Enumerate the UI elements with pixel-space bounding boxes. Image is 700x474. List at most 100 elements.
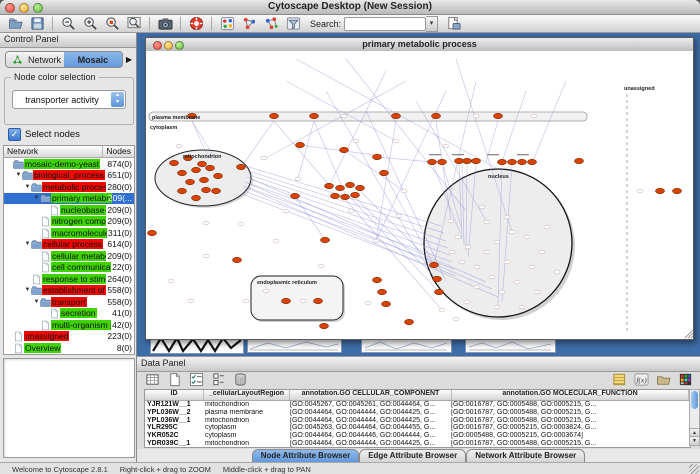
network-node-selected[interactable]	[270, 113, 279, 118]
open-icon[interactable]	[7, 16, 23, 32]
network-node[interactable]	[238, 222, 244, 226]
network-node[interactable]	[519, 305, 525, 309]
zoom-selected-icon[interactable]	[104, 16, 120, 32]
network-node-selected[interactable]	[291, 193, 300, 198]
table-column-header[interactable]: annotation.GO CELLULAR_COMPONENT	[290, 390, 452, 400]
network-node[interactable]	[484, 250, 490, 254]
select-attributes-icon[interactable]	[188, 371, 204, 387]
tab-mosaic[interactable]: Mosaic	[64, 52, 122, 67]
network-edge[interactable]	[329, 71, 386, 186]
network-node[interactable]	[453, 317, 459, 321]
network-edge[interactable]	[486, 121, 498, 162]
network-node-selected[interactable]	[575, 158, 584, 163]
network-node[interactable]	[494, 240, 500, 244]
network-node-selected[interactable]	[296, 142, 305, 147]
network-node[interactable]	[494, 305, 500, 309]
tree-row[interactable]: multi-organism pro42(0)	[4, 319, 134, 331]
network-node[interactable]	[637, 189, 643, 193]
tree-row[interactable]: ▼metabolic process280(0)	[4, 181, 134, 193]
delete-attribute-icon[interactable]	[232, 371, 248, 387]
network-node-selected[interactable]	[206, 165, 215, 170]
tree-row[interactable]: ▼biological_process651(0)	[4, 170, 134, 182]
network-node-selected[interactable]	[380, 170, 389, 175]
network-edge[interactable]	[366, 111, 446, 281]
network-node[interactable]	[534, 290, 540, 294]
table-row[interactable]: YLR295Ccytoplasm[GO:0045263, GO:0044464,…	[145, 424, 690, 432]
tree-row[interactable]: nucleobase-209(0)	[4, 204, 134, 216]
network-node[interactable]	[300, 299, 306, 303]
background-window-sliver[interactable]	[361, 338, 452, 353]
scroll-down-icon[interactable]: ▼	[690, 436, 699, 445]
network-node-selected[interactable]	[373, 277, 382, 282]
network-node[interactable]	[504, 215, 510, 219]
network-node-selected[interactable]	[202, 187, 211, 192]
network-node-selected[interactable]	[237, 164, 246, 169]
table-column-header[interactable]: _cellularLayoutRegion	[204, 390, 290, 400]
network-node-selected[interactable]	[382, 301, 391, 306]
import-table-icon[interactable]	[611, 371, 627, 387]
network-node-selected[interactable]	[212, 188, 221, 193]
network-node[interactable]	[341, 114, 347, 118]
network-edge[interactable]	[532, 81, 566, 163]
network-node[interactable]	[203, 254, 209, 258]
network-node[interactable]	[473, 114, 479, 118]
network-node[interactable]	[474, 285, 480, 289]
network-node-selected[interactable]	[463, 158, 472, 163]
network-node[interactable]	[509, 230, 515, 234]
network-node-selected[interactable]	[310, 113, 319, 118]
network-node[interactable]	[554, 270, 560, 274]
table-row[interactable]: YJR121W__1mitochondrion[GO:0045267, GO:0…	[145, 401, 690, 409]
network-edge[interactable]	[248, 183, 450, 255]
network-node[interactable]	[465, 245, 471, 249]
network-node[interactable]	[524, 235, 530, 239]
network-node[interactable]	[365, 301, 371, 305]
network-node-selected[interactable]	[214, 173, 223, 178]
network-edge[interactable]	[250, 179, 448, 248]
tab-overflow-arrow-icon[interactable]: ▶	[126, 55, 132, 64]
network-node-selected[interactable]	[178, 188, 187, 193]
filter-icon[interactable]	[285, 16, 301, 32]
birds-eye-view[interactable]	[3, 358, 135, 458]
tree-row[interactable]: mosaic-demo-yeast874(0)	[4, 158, 134, 170]
tree-row[interactable]: ▼transport558(0)	[4, 296, 134, 308]
network-node-selected[interactable]	[192, 195, 201, 200]
tab-network[interactable]: Network	[6, 52, 64, 67]
table-row[interactable]: YPL036W__2plasma membrane[GO:0044464, GO…	[145, 409, 690, 417]
network-edge[interactable]	[244, 121, 274, 163]
network-node[interactable]	[539, 250, 545, 254]
save-icon[interactable]	[29, 16, 45, 32]
network-node-selected[interactable]	[233, 257, 242, 262]
network-node[interactable]	[261, 156, 267, 160]
network-edge[interactable]	[286, 81, 396, 141]
tree-row[interactable]: unassigned223(0)	[4, 331, 134, 343]
network-edge[interactable]	[502, 91, 526, 162]
network-node[interactable]	[283, 209, 289, 213]
search-dropdown-button[interactable]: ▾	[426, 16, 438, 32]
network-edge[interactable]	[298, 121, 314, 178]
network-node-selected[interactable]	[340, 147, 349, 152]
network-node[interactable]	[514, 280, 520, 284]
network-node[interactable]	[449, 250, 455, 254]
tree-row[interactable]: ▼establishment of lo558(0)	[4, 285, 134, 297]
vizmapper-icon[interactable]	[219, 16, 235, 32]
network-node-selected[interactable]	[433, 276, 442, 281]
tree-expand-icon[interactable]: ▼	[24, 287, 31, 293]
network-node-selected[interactable]	[331, 193, 340, 198]
network-node-selected[interactable]	[192, 167, 201, 172]
network-node-selected[interactable]	[178, 170, 187, 175]
network-node[interactable]	[353, 139, 359, 143]
network-node-selected[interactable]	[435, 289, 444, 294]
network-node[interactable]	[443, 144, 449, 148]
network-node-selected[interactable]	[314, 298, 323, 303]
network-node[interactable]	[484, 220, 490, 224]
network-node-selected[interactable]	[405, 319, 414, 324]
network-node[interactable]	[489, 275, 495, 279]
tree-column-network[interactable]: Network	[4, 146, 103, 157]
new-attribute-icon[interactable]	[166, 371, 182, 387]
network-node-selected[interactable]	[656, 188, 665, 193]
network-node[interactable]	[448, 219, 454, 223]
tree-row[interactable]: ▼cellular process614(0)	[4, 239, 134, 251]
network-node[interactable]	[455, 235, 461, 239]
background-window-sliver[interactable]	[465, 338, 556, 353]
network-node-selected[interactable]	[148, 230, 157, 235]
